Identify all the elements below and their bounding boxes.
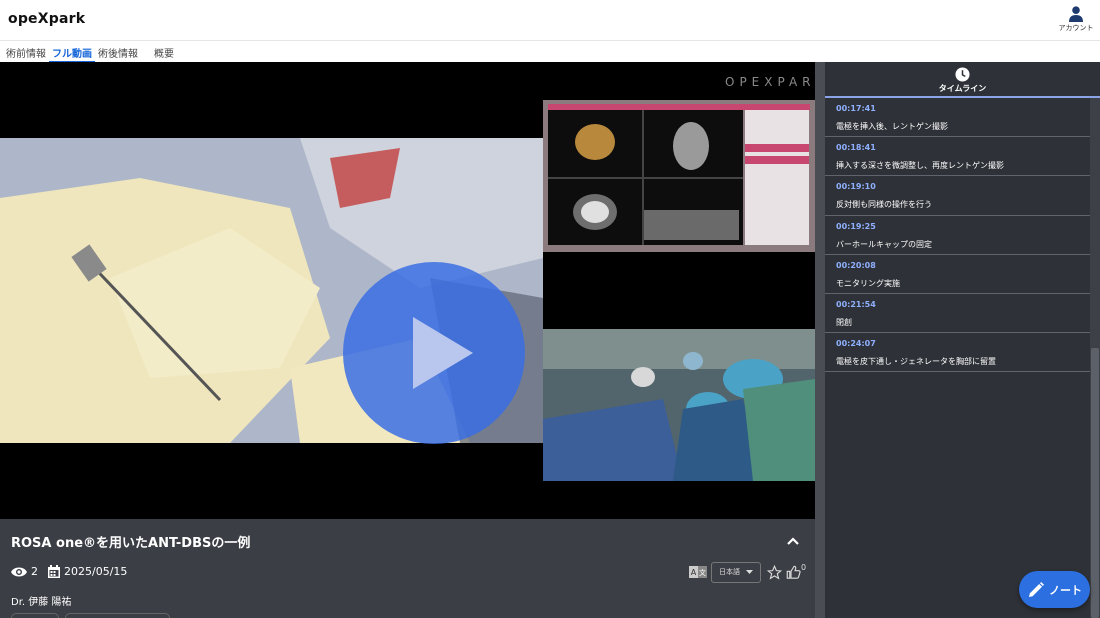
timeline-text: 挿入する深さを微調整し、再度レントゲン撮影 (836, 161, 1004, 171)
timeline-text: モニタリング実施 (836, 278, 900, 288)
video-details-panel: ROSA one®を用いたANT-DBSの一例 2 2025/05/15 Dr.… (0, 519, 815, 618)
timeline-title: タイムライン (938, 84, 987, 93)
user-icon (1069, 6, 1083, 22)
tab-postop-info[interactable]: 術後情報 (98, 45, 138, 63)
tag-chip[interactable] (65, 613, 170, 618)
video-player[interactable]: OPEXPARK (0, 62, 815, 519)
timeline-text: バーホールキャップの固定 (836, 239, 932, 249)
svg-text:A: A (691, 568, 697, 577)
note-label: ノート (1049, 583, 1082, 597)
tab-full-video[interactable]: フル動画 (49, 45, 95, 63)
timeline-item[interactable]: 00:19:25 バーホールキャップの固定 (825, 216, 1090, 255)
collapse-details-button[interactable] (785, 533, 801, 549)
chevron-up-icon (787, 537, 799, 545)
pencil-icon (1029, 581, 1044, 597)
play-button[interactable] (343, 262, 525, 444)
timeline-text: 反対側も同様の操作を行う (836, 200, 932, 210)
star-icon[interactable] (767, 564, 782, 580)
timeline-list: 00:17:41 電極を挿入後、レントゲン撮影 00:18:41 挿入する深さを… (825, 98, 1090, 373)
video-meta: 2 2025/05/15 (11, 565, 127, 578)
tab-overview[interactable]: 概要 (154, 45, 174, 63)
operating-room-frame (543, 329, 815, 481)
tab-bar: 術前情報 フル動画 術後情報 概要 (0, 40, 1100, 63)
like-count: 0 (801, 562, 807, 572)
play-icon (413, 317, 473, 389)
timeline-text: 電極を挿入後、レントゲン撮影 (836, 122, 948, 131)
video-title: ROSA one®を用いたANT-DBSの一例 (11, 536, 251, 551)
timeline-item[interactable]: 00:17:41 電極を挿入後、レントゲン撮影 (825, 98, 1090, 138)
watermark-text: OPEXPARK (725, 75, 815, 89)
timeline-time: 00:17:41 (836, 104, 876, 113)
app-header: opeXpark アカウント (0, 0, 1100, 40)
timeline-time: 00:19:10 (836, 182, 876, 192)
timeline-time: 00:21:54 (836, 299, 876, 309)
timeline-scroll-thumb[interactable] (1091, 348, 1099, 618)
calendar-icon (48, 565, 60, 578)
timeline-item[interactable]: 00:20:08 モニタリング実施 (825, 255, 1090, 294)
caret-down-icon (746, 570, 753, 574)
timeline-item[interactable]: 00:19:10 反対側も同様の操作を行う (825, 176, 1090, 216)
view-count: 2 (31, 565, 38, 578)
timeline-header: タイムライン (825, 62, 1100, 98)
timeline-text: 閉創 (836, 317, 852, 327)
timeline-time: 00:20:08 (836, 260, 876, 270)
navigation-screen-frame (543, 100, 815, 252)
account-label: アカウント (1058, 24, 1094, 32)
thumbs-up-icon[interactable] (786, 565, 801, 580)
language-select[interactable]: 日本語 (711, 561, 761, 583)
timeline-scrollbar[interactable] (1090, 98, 1100, 618)
tab-preop-info[interactable]: 術前情報 (6, 45, 46, 63)
tag-chip[interactable] (11, 613, 59, 618)
video-actions: A 文 日本語 0 (689, 561, 806, 583)
doctor-name: Dr. 伊藤 陽祐 (11, 597, 72, 608)
timeline-item[interactable]: 00:24:07 電極を皮下通し・ジェネレータを胸部に留置 (825, 333, 1090, 373)
timeline-time: 00:24:07 (836, 339, 876, 349)
publish-date: 2025/05/15 (64, 565, 128, 578)
note-button[interactable]: ノート (1019, 571, 1090, 608)
app-logo[interactable]: opeXpark (8, 11, 85, 27)
language-value: 日本語 (719, 568, 740, 576)
timeline-item[interactable]: 00:21:54 閉創 (825, 294, 1090, 334)
translate-icon[interactable]: A 文 (689, 566, 707, 578)
timeline-time: 00:18:41 (836, 143, 876, 153)
timeline-time: 00:19:25 (836, 221, 876, 231)
timeline-panel: タイムライン 00:17:41 電極を挿入後、レントゲン撮影 00:18:41 … (825, 62, 1100, 618)
svg-text:文: 文 (699, 568, 706, 577)
timeline-text: 電極を皮下通し・ジェネレータを胸部に留置 (836, 357, 996, 367)
opexpark-watermark: OPEXPARK (725, 72, 815, 94)
timeline-item[interactable]: 00:18:41 挿入する深さを微調整し、再度レントゲン撮影 (825, 137, 1090, 177)
panel-divider (815, 62, 825, 618)
account-button[interactable]: アカウント (1056, 6, 1096, 38)
eye-icon (11, 567, 27, 576)
clock-icon (955, 67, 970, 82)
